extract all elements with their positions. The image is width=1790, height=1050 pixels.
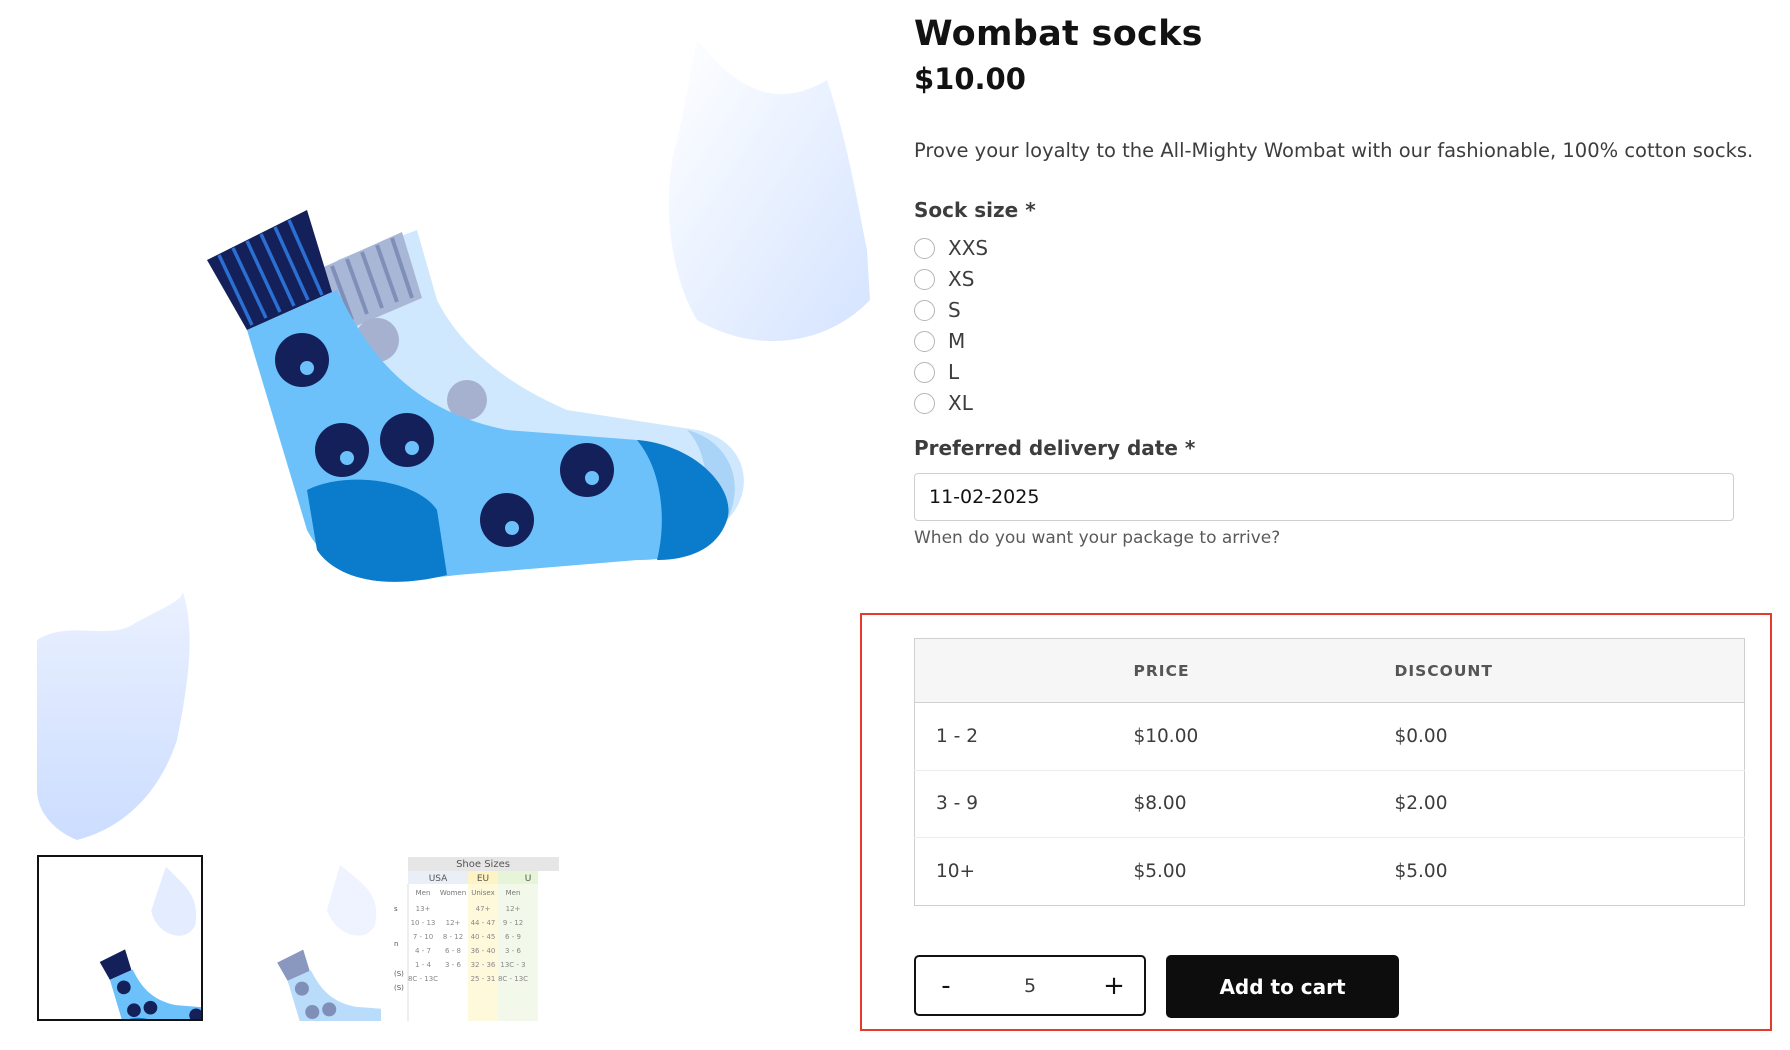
- radio-label: S: [948, 298, 961, 322]
- discount-cell: $2.00: [1394, 769, 1745, 838]
- sock-size-label: Sock size *: [914, 198, 1036, 222]
- table-header-price: PRICE: [1133, 638, 1395, 703]
- size-chart-cell: 8C - 13C: [498, 975, 528, 983]
- add-to-cart-button[interactable]: Add to cart: [1166, 955, 1399, 1018]
- size-chart-cell: 25 - 31: [471, 975, 496, 983]
- delivery-date-helper: When do you want your package to arrive?: [914, 528, 1281, 548]
- size-chart-cell: 36 - 40: [471, 947, 496, 955]
- svg-text:n: n: [394, 940, 398, 948]
- size-chart-cell: 1 - 4: [415, 961, 431, 969]
- size-chart-cell: 9 - 12: [503, 919, 523, 927]
- sock-illustration: [37, 40, 870, 840]
- radio-button[interactable]: [914, 330, 935, 352]
- svg-text:Unisex: Unisex: [471, 889, 494, 897]
- radio-button[interactable]: [914, 237, 935, 259]
- size-chart-cell: 3 - 6: [505, 947, 521, 955]
- thumbnail-strip: Shoe Sizes USA EU U Men Women Unisex Men…: [37, 855, 559, 1021]
- quantity-decrease-button[interactable]: -: [916, 957, 976, 1014]
- size-chart-cell: 10 - 13: [411, 919, 436, 927]
- radio-button[interactable]: [914, 299, 935, 321]
- sock-size-option-s[interactable]: S: [914, 296, 961, 324]
- price-cell: $8.00: [1133, 769, 1395, 838]
- svg-text:USA: USA: [429, 874, 448, 884]
- size-chart-cell: 12+: [506, 905, 521, 913]
- size-chart-cell: 4 - 7: [415, 947, 431, 955]
- table-header-row: PRICE DISCOUNT: [914, 638, 1745, 703]
- svg-text:(S): (S): [394, 984, 404, 992]
- size-chart-cell: 44 - 47: [471, 919, 496, 927]
- sock-size-option-l[interactable]: L: [914, 358, 959, 386]
- discount-cell: $0.00: [1394, 725, 1448, 747]
- svg-text:EU: EU: [477, 874, 489, 884]
- size-chart-cell: 6 - 9: [505, 933, 521, 941]
- size-chart-cell: 40 - 45: [471, 933, 496, 941]
- leaf-top-right: [668, 40, 870, 342]
- table-row: 1 - 2 $10.00 $0.00: [915, 703, 1745, 771]
- size-chart-cell: 8 - 12: [443, 933, 463, 941]
- size-chart-cell: 13+: [416, 905, 431, 913]
- quantity-range-cell: 10+: [914, 837, 1134, 905]
- quantity-discount-table: PRICE DISCOUNT 1 - 2 $10.00 $0.00 3 - 9 …: [914, 638, 1745, 906]
- svg-text:U: U: [525, 874, 532, 884]
- radio-button[interactable]: [914, 268, 935, 290]
- svg-text:Men: Men: [506, 889, 521, 897]
- product-gallery: Shoe Sizes USA EU U Men Women Unisex Men…: [0, 0, 870, 1050]
- svg-text:Men: Men: [416, 889, 431, 897]
- size-chart-cell: 32 - 36: [471, 961, 496, 969]
- radio-button[interactable]: [914, 392, 935, 414]
- product-main-image[interactable]: [37, 0, 870, 845]
- table-row: 3 - 9 $8.00 $2.00: [914, 769, 1745, 838]
- sock-size-option-m[interactable]: M: [914, 327, 965, 355]
- radio-label: XL: [948, 391, 973, 415]
- size-chart-cell: 7 - 10: [413, 933, 433, 941]
- table-header-discount: DISCOUNT: [1394, 638, 1745, 703]
- radio-label: L: [948, 360, 960, 384]
- radio-label: XXS: [948, 236, 989, 260]
- radio-button[interactable]: [914, 361, 935, 383]
- quantity-range-cell: 1 - 2: [936, 725, 978, 747]
- sock-size-option-xs[interactable]: XS: [914, 265, 974, 293]
- size-chart-cell: 3 - 6: [445, 961, 461, 969]
- size-chart-cell: 6 - 8: [445, 947, 461, 955]
- delivery-date-input[interactable]: [914, 473, 1734, 521]
- thumbnail-socks-back[interactable]: [215, 855, 381, 1021]
- quantity-range-cell: 3 - 9: [914, 769, 1134, 838]
- size-chart-cell: 8C - 13C: [408, 975, 438, 983]
- radio-label: XS: [948, 267, 975, 291]
- size-chart-title: Shoe Sizes: [456, 859, 510, 870]
- delivery-date-label: Preferred delivery date *: [914, 436, 1196, 460]
- thumbnail-socks-front[interactable]: [37, 855, 203, 1021]
- svg-text:Women: Women: [440, 889, 466, 897]
- quantity-input[interactable]: 5: [1000, 975, 1060, 997]
- price-cell: $5.00: [1133, 837, 1395, 905]
- svg-text:s: s: [394, 905, 398, 913]
- size-chart-cell: 13C - 3: [500, 961, 525, 969]
- quantity-stepper: - 5 +: [914, 955, 1146, 1016]
- quantity-increase-button[interactable]: +: [1084, 957, 1144, 1014]
- leaf-bottom-left: [37, 590, 190, 840]
- sock-size-option-xl[interactable]: XL: [914, 389, 973, 417]
- thumbnail-size-chart[interactable]: Shoe Sizes USA EU U Men Women Unisex Men…: [393, 855, 559, 1021]
- sock-size-option-xxs[interactable]: XXS: [914, 234, 988, 262]
- size-chart-cell: 47+: [476, 905, 491, 913]
- table-header-quantity: [914, 638, 1134, 703]
- discount-cell: $5.00: [1394, 837, 1745, 905]
- product-price: $10.00: [914, 62, 1026, 96]
- table-row: 10+ $5.00 $5.00: [914, 837, 1745, 905]
- svg-text:(S): (S): [394, 970, 404, 978]
- product-description: Prove your loyalty to the All-Mighty Wom…: [914, 139, 1754, 162]
- size-chart-cell: 12+: [446, 919, 461, 927]
- radio-label: M: [948, 329, 966, 353]
- price-cell: $10.00: [1133, 725, 1199, 747]
- product-title: Wombat socks: [914, 14, 1203, 54]
